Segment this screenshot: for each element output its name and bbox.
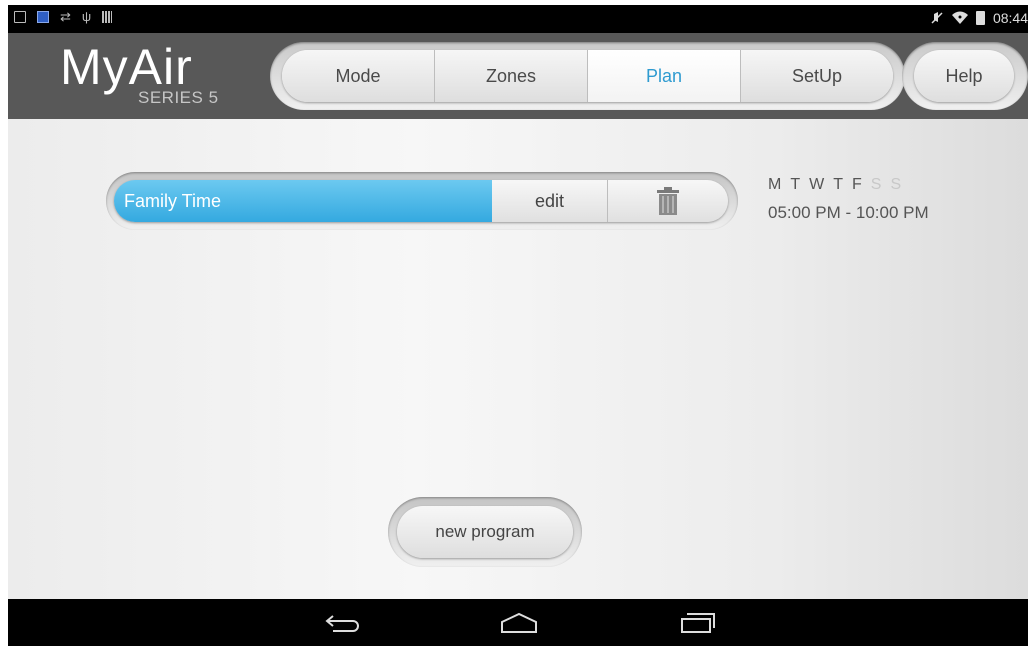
day-mon: M [768,176,782,193]
day-tue: T [790,176,801,193]
tab-mode[interactable]: Mode [282,50,435,102]
edit-program-button[interactable]: edit [492,180,608,222]
program-row-ring: Family Time edit [106,172,738,230]
tab-plan[interactable]: Plan [588,50,741,102]
status-left-icons: ⇄ ψ [14,9,113,24]
recent-apps-icon [681,613,715,633]
back-icon [325,615,359,632]
status-right-icons: 08:44 [930,10,1028,26]
app-header: MyAir SERIES 5 Mode Zones Plan SetUp Hel… [8,33,1028,119]
day-sat: S [870,176,882,193]
program-name[interactable]: Family Time [114,180,492,222]
back-button[interactable] [324,611,364,635]
home-icon [501,612,537,633]
program-time-range: 05:00 PM - 10:00 PM [768,203,929,222]
program-row: Family Time edit [114,180,728,222]
status-bar: ⇄ ψ 08:44 [8,5,1028,33]
help-button-ring: Help [902,42,1028,110]
tab-bar-ring: Mode Zones Plan SetUp [270,42,905,110]
aa-icon [37,11,49,23]
wifi-icon [951,11,968,24]
tab-zones[interactable]: Zones [435,50,588,102]
usb-icon: ψ [81,9,92,24]
help-button[interactable]: Help [914,50,1014,102]
image-icon [14,11,26,23]
plan-content: Family Time edit M T W T F S S 05:00 PM … [8,119,1028,599]
status-time: 08:44 [992,10,1028,26]
tab-bar: Mode Zones Plan SetUp [282,50,893,102]
new-program-ring: new program [388,497,582,567]
barcode-icon [102,11,113,23]
app-logo: MyAir SERIES 5 [60,39,218,107]
day-thu: T [833,176,843,193]
mute-icon [931,12,943,24]
new-program-button[interactable]: new program [397,506,573,558]
tab-setup[interactable]: SetUp [741,50,893,102]
day-fri: F [852,176,862,193]
sync-arrows-icon: ⇄ [60,9,71,24]
trash-icon [657,187,679,215]
battery-icon [975,11,985,25]
day-sun: S [890,176,902,193]
navigation-bar [8,599,1028,646]
day-wed: W [809,176,825,193]
recent-apps-button[interactable] [678,611,718,635]
program-days: M T W T F S S [768,176,901,194]
home-button[interactable] [499,611,539,635]
delete-program-button[interactable] [608,180,728,222]
logo-subtitle: SERIES 5 [138,88,219,107]
logo-text: MyAir [60,39,193,95]
